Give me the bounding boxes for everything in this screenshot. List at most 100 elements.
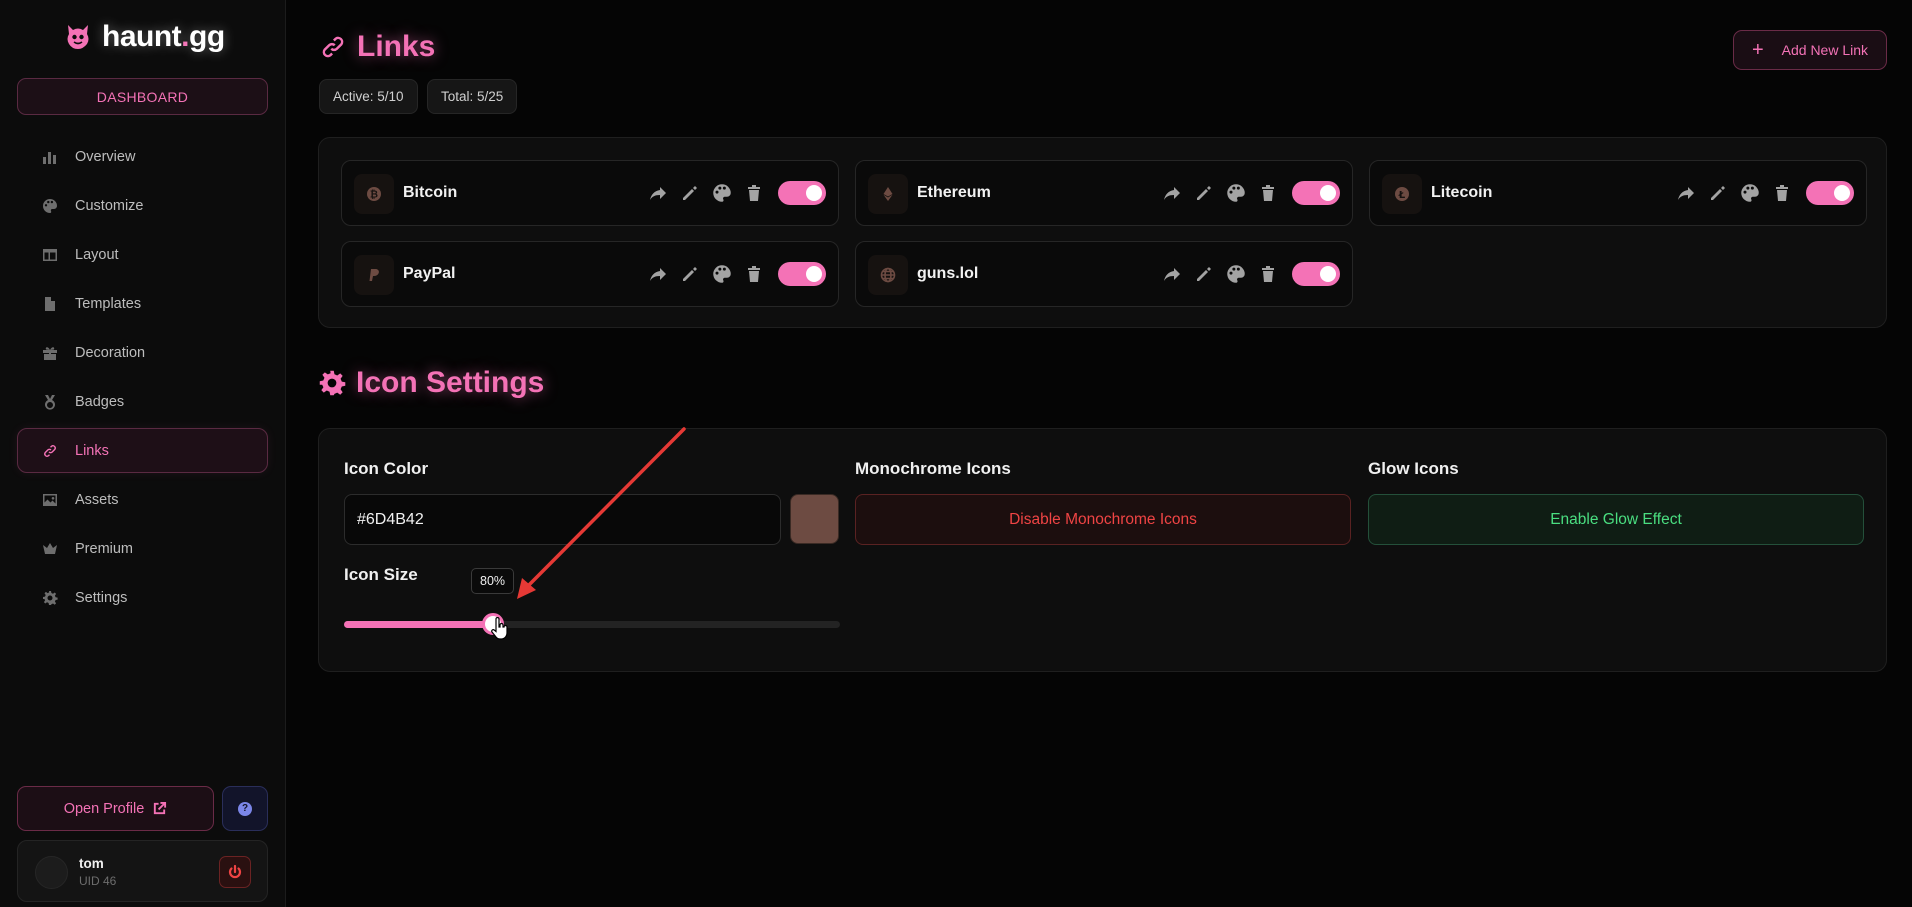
link-toggle[interactable]	[778, 181, 826, 205]
dashboard-button[interactable]: DASHBOARD	[17, 78, 268, 115]
glow-label: Glow Icons	[1368, 459, 1459, 478]
edit-icon[interactable]	[1194, 264, 1214, 284]
palette-icon[interactable]	[712, 264, 732, 284]
question-icon: ?	[238, 801, 252, 816]
crown-icon	[43, 542, 57, 554]
gift-icon	[43, 346, 57, 360]
link-card-litecoin[interactable]: Ł Litecoin	[1369, 160, 1867, 226]
icon-color-swatch[interactable]	[790, 494, 839, 544]
share-icon[interactable]	[1162, 264, 1182, 284]
avatar[interactable]	[35, 856, 68, 889]
open-profile-button[interactable]: Open Profile	[17, 786, 214, 831]
sidebar-item-label: Assets	[75, 491, 119, 508]
icon-size-label: Icon Size	[344, 565, 418, 584]
link-name: PayPal	[403, 265, 456, 282]
edit-icon[interactable]	[1194, 183, 1214, 203]
trash-icon[interactable]	[1258, 183, 1278, 203]
gear-icon	[43, 590, 58, 605]
enable-glow-button[interactable]: Enable Glow Effect	[1368, 494, 1864, 545]
page-title-text: Links	[357, 30, 436, 63]
sidebar-item-decoration[interactable]: Decoration	[17, 330, 268, 375]
sidebar-item-label: Layout	[75, 246, 119, 263]
add-new-link-button[interactable]: + Add New Link	[1733, 30, 1887, 70]
gear-icon	[319, 370, 346, 396]
open-profile-label: Open Profile	[63, 800, 145, 817]
icon-settings-panel: Icon Color Monochrome Icons Glow Icons #…	[318, 428, 1887, 672]
trash-icon[interactable]	[744, 264, 764, 284]
link-name: guns.lol	[917, 265, 979, 282]
logo[interactable]: haunt.gg	[62, 20, 225, 54]
link-card-paypal[interactable]: PayPal	[341, 241, 839, 307]
bitcoin-icon: ₿	[354, 174, 394, 214]
sidebar-item-overview[interactable]: Overview	[17, 134, 268, 179]
layout-icon	[43, 248, 57, 261]
ethereum-icon	[868, 174, 908, 214]
sidebar-item-customize[interactable]: Customize	[17, 183, 268, 228]
total-links-badge: Total: 5/25	[427, 79, 518, 114]
link-actions	[1676, 181, 1854, 205]
svg-text:Ł: Ł	[1398, 190, 1406, 201]
sidebar-item-label: Premium	[75, 540, 134, 557]
page-title-links: Links	[319, 30, 435, 64]
link-toggle[interactable]	[1292, 262, 1340, 286]
share-icon[interactable]	[648, 264, 668, 284]
external-link-icon	[154, 801, 167, 815]
link-icon	[322, 36, 344, 58]
palette-icon[interactable]	[1226, 183, 1246, 203]
icon-settings-title: Icon Settings	[318, 366, 544, 400]
paypal-icon	[354, 255, 394, 295]
logout-button[interactable]	[219, 856, 251, 888]
svg-text:₿: ₿	[370, 189, 378, 201]
user-uid: UID 46	[79, 874, 117, 888]
monochrome-label: Monochrome Icons	[855, 459, 1011, 478]
sidebar-item-label: Decoration	[75, 344, 146, 361]
share-icon[interactable]	[1676, 183, 1696, 203]
sidebar-item-assets[interactable]: Assets	[17, 477, 268, 522]
share-icon[interactable]	[1162, 183, 1182, 203]
link-toggle[interactable]	[1292, 181, 1340, 205]
sidebar-nav: Overview Customize Layout Templates Deco…	[17, 134, 268, 624]
icon-size-tooltip: 80%	[471, 568, 515, 594]
icon-color-label: Icon Color	[344, 459, 429, 478]
help-button[interactable]: ?	[222, 786, 268, 831]
logo-text: haunt.gg	[102, 20, 225, 53]
palette-icon[interactable]	[1740, 183, 1760, 203]
sidebar-item-label: Overview	[75, 148, 136, 165]
link-actions	[648, 262, 826, 286]
trash-icon[interactable]	[1772, 183, 1792, 203]
icon-size-slider[interactable]	[344, 613, 840, 635]
trash-icon[interactable]	[1258, 264, 1278, 284]
link-card-bitcoin[interactable]: ₿ Bitcoin	[341, 160, 839, 226]
disable-monochrome-button[interactable]: Disable Monochrome Icons	[855, 494, 1351, 545]
links-panel: ₿ Bitcoin Ethereum Ł Litecoin PayPal gun…	[318, 137, 1887, 328]
palette-icon[interactable]	[712, 183, 732, 203]
sidebar-item-links[interactable]: Links	[17, 428, 268, 473]
edit-icon[interactable]	[680, 183, 700, 203]
icon-color-input[interactable]: #6D4B42	[344, 494, 781, 545]
hand-cursor-icon	[491, 617, 508, 640]
link-actions	[1162, 262, 1340, 286]
trash-icon[interactable]	[744, 183, 764, 203]
share-icon[interactable]	[648, 183, 668, 203]
link-card-ethereum[interactable]: Ethereum	[855, 160, 1353, 226]
link-toggle[interactable]	[1806, 181, 1854, 205]
user-name: tom	[79, 856, 104, 871]
link-actions	[648, 181, 826, 205]
sidebar-item-badges[interactable]: Badges	[17, 379, 268, 424]
image-icon	[43, 493, 57, 506]
medal-icon	[45, 394, 55, 410]
plus-icon: +	[1751, 39, 1764, 61]
sidebar-item-premium[interactable]: Premium	[17, 526, 268, 571]
sidebar-item-layout[interactable]: Layout	[17, 232, 268, 277]
user-card: tom UID 46	[17, 840, 268, 902]
sidebar-item-label: Settings	[75, 589, 128, 606]
active-links-badge: Active: 5/10	[319, 79, 418, 114]
link-card-guns-lol[interactable]: guns.lol	[855, 241, 1353, 307]
sidebar-item-settings[interactable]: Settings	[17, 575, 268, 620]
link-toggle[interactable]	[778, 262, 826, 286]
palette-icon[interactable]	[1226, 264, 1246, 284]
edit-icon[interactable]	[680, 264, 700, 284]
edit-icon[interactable]	[1708, 183, 1728, 203]
sidebar-item-templates[interactable]: Templates	[17, 281, 268, 326]
power-icon	[228, 864, 242, 879]
